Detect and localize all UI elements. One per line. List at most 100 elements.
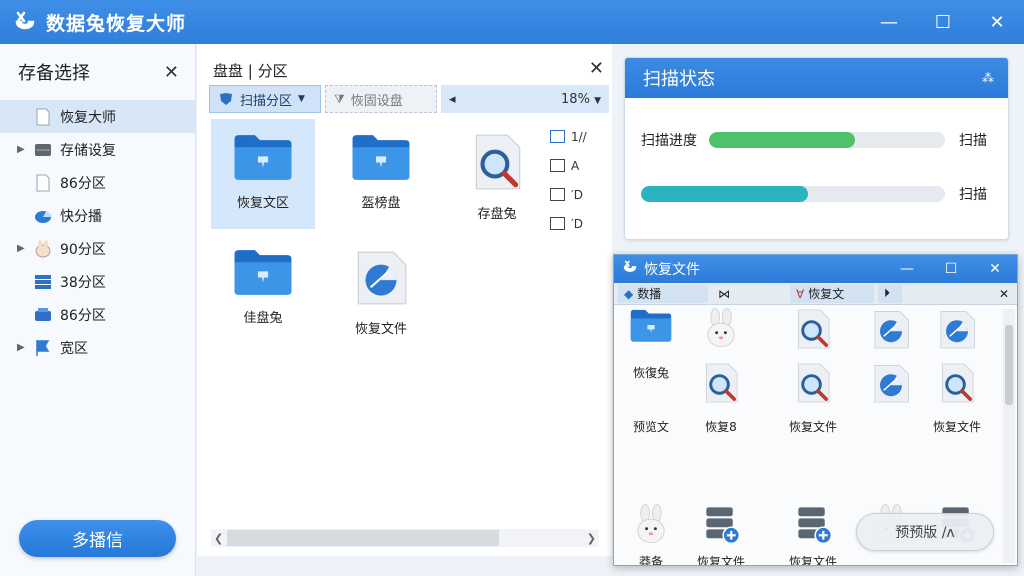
grid-file-item[interactable] xyxy=(778,307,848,354)
grid-file-item[interactable] xyxy=(686,307,756,354)
pie-icon xyxy=(34,207,52,225)
sidebar-item-label: 宽区 xyxy=(60,340,88,357)
progress-bar xyxy=(709,132,945,148)
grid-file-item[interactable] xyxy=(778,361,848,408)
zoom-chevron-icon: ▼ xyxy=(594,95,601,106)
sidebar-item[interactable]: 38分区 xyxy=(0,265,195,298)
rabbit-icon xyxy=(34,239,52,258)
grid-file-item[interactable] xyxy=(616,307,686,346)
vscroll-thumb[interactable] xyxy=(1005,325,1013,405)
toolbar-close-icon[interactable]: ✕ xyxy=(999,287,1009,301)
sidebar-action-button[interactable]: 多播信 xyxy=(19,520,176,557)
window-close-button[interactable]: ✕ xyxy=(973,255,1017,283)
grid-file-item[interactable]: 恢復兔 xyxy=(616,361,686,381)
frame-icon xyxy=(550,217,565,230)
sidebar-item-label: 90分区 xyxy=(60,241,106,258)
sidebar-title: 存备选择 xyxy=(18,63,90,84)
search-file-icon xyxy=(791,307,835,354)
sidebar-item[interactable]: 86分区 xyxy=(0,298,195,331)
folder-icon xyxy=(350,131,412,186)
collapse-icon[interactable]: ⁂ xyxy=(982,71,994,85)
progress-suffix: 扫描 xyxy=(959,133,987,149)
sidebar-item[interactable]: 恢复大师 xyxy=(0,100,195,133)
folder-icon xyxy=(629,307,673,346)
scan-partition-button[interactable]: 扫描分区 ▼ xyxy=(209,85,321,113)
grid-file-item[interactable]: 恢复文件 xyxy=(778,503,848,565)
server-icon xyxy=(699,503,743,550)
option-row[interactable]: 1// xyxy=(550,122,587,151)
progress-bar-2 xyxy=(641,186,945,202)
window-minimize-button[interactable]: — xyxy=(885,255,929,283)
maximize-button[interactable]: ☐ xyxy=(916,0,970,44)
sidebar-close-icon[interactable]: ✕ xyxy=(164,62,179,83)
grid-file-item[interactable] xyxy=(686,361,756,408)
list-icon xyxy=(34,273,52,291)
file-item[interactable]: 恢复文件 xyxy=(329,234,433,344)
scan-status-card: 扫描状态 ⁂ 扫描进度 扫描 扫描 xyxy=(624,57,1009,240)
breadcrumb: 盘盘 | 分区 xyxy=(213,62,288,80)
scan-partition-label: 扫描分区 xyxy=(240,93,293,109)
tab-recover[interactable]: ∀ 恢复文 xyxy=(790,284,874,303)
horizontal-scrollbar[interactable]: ❮ ❯ xyxy=(211,529,599,547)
window-maximize-button[interactable]: ☐ xyxy=(929,255,973,283)
image-icon xyxy=(550,188,565,201)
sidebar: 存备选择 ✕ 恢复大师 ▶ 存储设复 86分区 快分播 ▶ 90分区 38分区 86分区 ▶ 宽区 … xyxy=(0,44,196,576)
grid-file-item[interactable] xyxy=(856,361,926,408)
option-row[interactable]: ′D xyxy=(550,180,587,209)
tab-data[interactable]: ◆ 数播 xyxy=(618,284,708,303)
drive-blue-icon xyxy=(34,306,52,324)
grid-file-item[interactable]: 恢复文件 xyxy=(778,415,848,435)
filter-icon: ⧩ xyxy=(334,91,345,106)
sidebar-item[interactable]: 86分区 xyxy=(0,166,195,199)
scrollbar-thumb[interactable] xyxy=(227,530,499,546)
zoom-select[interactable]: ◂ 18% ▼ xyxy=(441,85,609,113)
scroll-left-icon[interactable]: ❮ xyxy=(214,532,223,545)
grid-file-item[interactable] xyxy=(922,361,992,408)
flag-icon xyxy=(34,339,52,357)
expand-arrow-icon[interactable]: ▶ xyxy=(17,342,25,353)
rabbit-icon xyxy=(699,307,743,354)
sidebar-item[interactable]: ▶ 宽区 xyxy=(0,331,195,364)
grid-file-item[interactable]: 莽备 xyxy=(616,503,686,565)
scan-progress-label: 扫描进度 xyxy=(641,133,697,149)
grid-file-item[interactable]: 恢复文件 xyxy=(922,415,992,435)
grid-file-label: 恢复文件 xyxy=(788,420,837,434)
progress-suffix-2: 扫描 xyxy=(959,187,987,203)
app-title: 数据兔恢复大师 xyxy=(46,12,187,35)
panel-close-icon[interactable]: ✕ xyxy=(589,58,604,79)
pie-file-icon xyxy=(869,307,913,354)
close-button[interactable]: ✕ xyxy=(970,0,1024,44)
sidebar-item-label: 86分区 xyxy=(60,175,106,192)
rabbit-icon xyxy=(629,503,673,550)
file-label: 佳盘兔 xyxy=(243,310,283,326)
grid-file-item[interactable] xyxy=(922,307,992,354)
progress-fill xyxy=(709,132,856,148)
tab-next-icon[interactable]: ⏵ xyxy=(878,284,902,303)
folder-icon xyxy=(232,246,294,301)
grid-file-item[interactable]: 预览文 xyxy=(616,415,686,435)
preview-button[interactable]: 预预版 /ʌ xyxy=(856,513,994,551)
app-logo-icon xyxy=(12,9,38,35)
sidebar-item[interactable]: 快分播 xyxy=(0,199,195,232)
expand-arrow-icon[interactable]: ▶ xyxy=(17,243,25,254)
file-item[interactable]: 佳盘兔 xyxy=(211,234,315,344)
tab-close-icon[interactable]: ⋈ xyxy=(712,284,732,303)
file-item[interactable]: 存盘兔 xyxy=(445,119,549,229)
expand-arrow-icon[interactable]: ▶ xyxy=(17,144,25,155)
option-row[interactable]: ′D xyxy=(550,209,587,238)
search-file-icon xyxy=(935,361,979,408)
grid-file-item[interactable]: 恢复8 xyxy=(686,415,756,435)
file-item[interactable]: 恢复文区 xyxy=(211,119,315,229)
vertical-scrollbar[interactable] xyxy=(1003,309,1015,563)
grid-file-label: 恢复文件 xyxy=(932,420,981,434)
sidebar-item[interactable]: ▶ 存储设复 xyxy=(0,133,195,166)
minimize-button[interactable]: — xyxy=(862,0,916,44)
scroll-right-icon[interactable]: ❯ xyxy=(587,532,596,545)
sidebar-item[interactable]: ▶ 90分区 xyxy=(0,232,195,265)
grid-file-item[interactable]: 恢复文件 xyxy=(686,503,756,565)
grid-file-item[interactable] xyxy=(856,307,926,354)
settings-button[interactable]: ⧩ 恢固设盘 xyxy=(325,85,437,113)
file-item[interactable]: 盔榜盘 xyxy=(329,119,433,229)
option-row[interactable]: A xyxy=(550,151,587,180)
drive-icon xyxy=(34,141,52,159)
